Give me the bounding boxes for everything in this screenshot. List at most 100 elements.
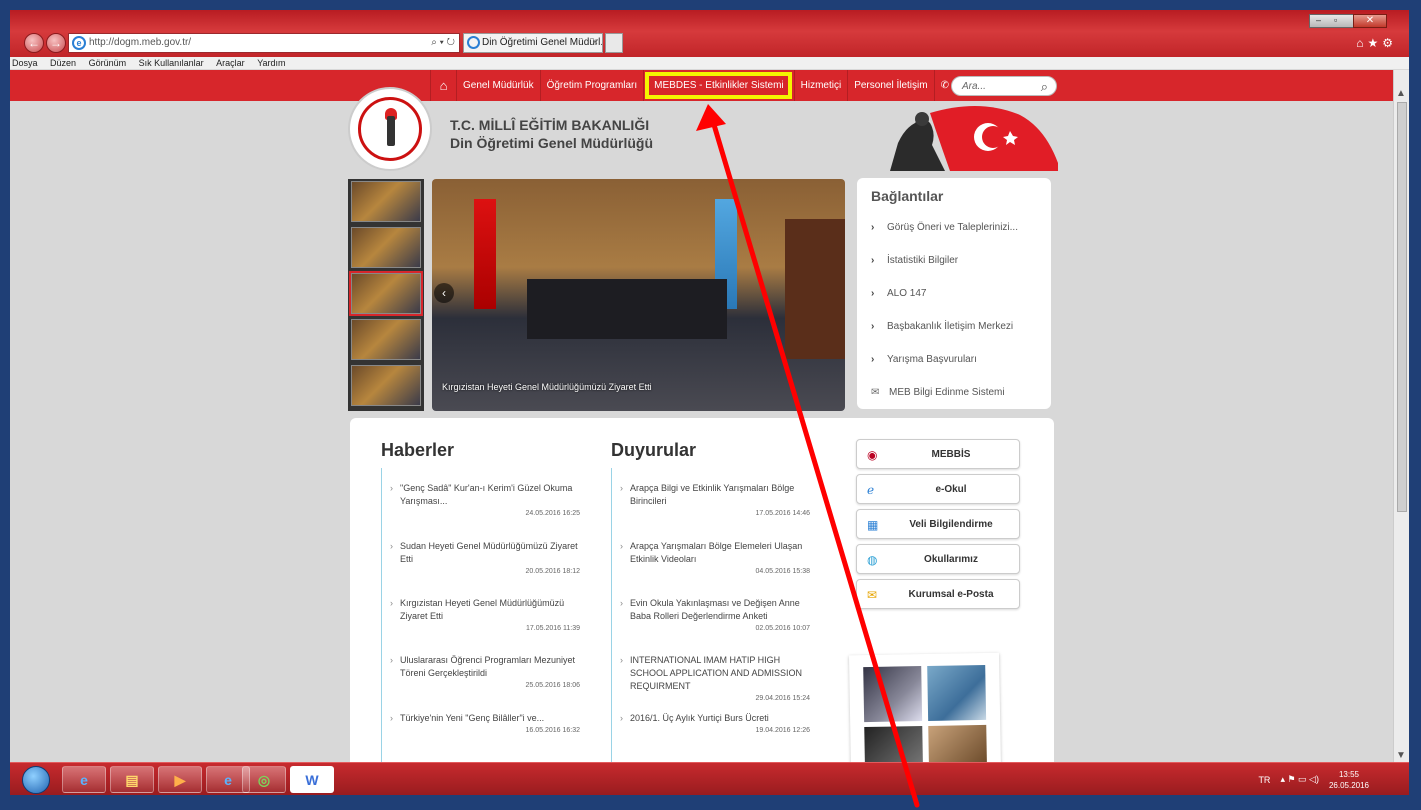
chevron-right-icon: › (871, 321, 875, 332)
link-gorus-oneri[interactable]: › Görüş Öneri ve Taleplerinizi... (871, 222, 1018, 233)
tab-close-icon[interactable]: × (592, 34, 598, 52)
menu-item-gorunum[interactable]: Görünüm (89, 58, 127, 68)
taskbar-explorer-icon[interactable]: ▤ (110, 766, 154, 793)
haberler-list: "Genç Sadâ" Kur'an-ı Kerim'i Güzel Okuma… (381, 468, 581, 766)
link-bilgi-edinme[interactable]: ✉ MEB Bilgi Edinme Sistemi (871, 387, 1005, 398)
link-basbakanlik[interactable]: › Başbakanlık İletişim Merkezi (871, 321, 1013, 332)
announcement-item[interactable]: 2016/1. Üç Aylık Yurtiçi Burs Ücreti 19.… (620, 712, 810, 734)
mebbis-button[interactable]: ◉ MEBBİS (856, 439, 1020, 469)
menu-item-araclar[interactable]: Araçlar (216, 58, 245, 68)
slider-caption[interactable]: Kırgızistan Heyeti Genel Müdürlüğümüzü Z… (442, 382, 652, 392)
site-search-input[interactable]: Ara... ⌕ (951, 76, 1057, 96)
e-okul-button[interactable]: ℯ e-Okul (856, 474, 1020, 504)
close-window-icon[interactable]: ✕ (1353, 14, 1387, 28)
clock[interactable]: 13:55 26.05.2016 (1329, 769, 1369, 791)
chevron-right-icon: › (871, 288, 875, 299)
language-indicator[interactable]: TR (1258, 775, 1270, 785)
nav-genel-mudurluk[interactable]: Genel Müdürlük (456, 70, 540, 101)
link-alo-147[interactable]: › ALO 147 (871, 288, 926, 299)
search-icon[interactable]: ⌕ (1041, 77, 1048, 97)
menu-item-duzen[interactable]: Düzen (50, 58, 76, 68)
ataturk-flag-image (890, 105, 1058, 171)
link-yarisma[interactable]: › Yarışma Başvuruları (871, 354, 977, 365)
tab-title: Din Öğretimi Genel Müdürl... (482, 37, 603, 48)
nav-mebdes-highlighted[interactable]: MEBDES - Etkinlikler Sistemi (643, 70, 793, 101)
school-building-icon: ▦ (867, 518, 879, 532)
announcement-item[interactable]: Arapça Bilgi ve Etkinlik Yarışmaları Böl… (620, 482, 810, 517)
news-item[interactable]: Uluslararası Öğrenci Programları Mezuniy… (390, 654, 580, 689)
taskbar-media-icon[interactable]: ▶ (158, 766, 202, 793)
system-tray: TR ▴ ⚑ ▭ ◁) 13:55 26.05.2016 (1258, 763, 1369, 795)
envelope-icon: ✉ (871, 387, 880, 398)
new-tab-button[interactable] (605, 33, 623, 53)
chevron-right-icon: › (871, 222, 875, 233)
slider-thumbnail[interactable] (351, 319, 421, 360)
mail-folder-icon: ✉ (867, 588, 878, 602)
news-item[interactable]: Kırgızistan Heyeti Genel Müdürlüğümüzü Z… (390, 597, 580, 632)
scroll-thumb[interactable] (1397, 102, 1407, 512)
browser-titlebar: ← → e http://dogm.meb.gov.tr/ ⌕ ▾ ↻ Din … (10, 10, 1409, 57)
search-refresh-icons[interactable]: ⌕ ▾ ↻ (431, 34, 455, 52)
tray-flag-network-volume-icons[interactable]: ▴ ⚑ ▭ ◁) (1280, 774, 1319, 785)
address-bar[interactable]: e http://dogm.meb.gov.tr/ ⌕ ▾ ↻ (68, 33, 460, 53)
site-nav: ⌂ Genel Müdürlük Öğretim Programları MEB… (430, 70, 955, 101)
veli-bilgilendirme-button[interactable]: ▦ Veli Bilgilendirme (856, 509, 1020, 539)
taskbar-chrome-icon[interactable]: ◎ (242, 766, 286, 793)
main-slider[interactable]: ‹ Kırgızistan Heyeti Genel Müdürlüğümüzü… (432, 179, 845, 411)
duyurular-list: Arapça Bilgi ve Etkinlik Yarışmaları Böl… (611, 468, 811, 766)
taskbar-word-icon[interactable]: W (290, 766, 334, 793)
news-item[interactable]: Türkiye'nin Yeni "Genç Bilâller"i ve... … (390, 712, 580, 734)
announcement-item[interactable]: Evin Okula Yakınlaşması ve Değişen Anne … (620, 597, 810, 632)
slider-prev-icon[interactable]: ‹ (434, 283, 454, 303)
ie-icon: e (72, 36, 86, 50)
brand-ministry: T.C. MİLLÎ EĞİTİM BAKANLIĞI (450, 117, 650, 133)
home-favorites-tools-icons[interactable]: ⌂★⚙ (1356, 36, 1397, 50)
vertical-scrollbar[interactable]: ▲ ▼ (1393, 70, 1409, 767)
chevron-right-icon: › (871, 255, 875, 266)
gallery-photo[interactable] (863, 666, 923, 723)
news-item[interactable]: Sudan Heyeti Genel Müdürlüğümüzü Ziyaret… (390, 540, 580, 575)
minimize-icon[interactable]: ‒ (1316, 15, 1321, 25)
gallery-photo[interactable] (864, 726, 923, 768)
gallery-photo[interactable] (928, 724, 987, 766)
photo-gallery-card[interactable] (848, 652, 1002, 772)
maximize-icon[interactable]: ▫ (1334, 15, 1337, 25)
turkish-flag-image (474, 199, 496, 309)
news-item[interactable]: "Genç Sadâ" Kur'an-ı Kerim'i Güzel Okuma… (390, 482, 580, 517)
kurumsal-eposta-button[interactable]: ✉ Kurumsal e-Posta (856, 579, 1020, 609)
nav-ogretim-programlari[interactable]: Öğretim Programları (539, 70, 644, 101)
nav-hizmetici[interactable]: Hizmetiçi (793, 70, 848, 101)
clock-date: 26.05.2016 (1328, 780, 1369, 790)
gallery-photo[interactable] (927, 664, 987, 721)
ministry-logo[interactable] (348, 87, 432, 171)
announcement-item[interactable]: Arapça Yarışmaları Bölge Elemeleri Ulaşa… (620, 540, 810, 575)
forward-button[interactable]: → (46, 33, 66, 53)
start-button-icon[interactable] (22, 766, 50, 794)
back-button[interactable]: ← (24, 33, 44, 53)
slider-thumbnail[interactable] (351, 181, 421, 222)
taskbar-ie-icon[interactable]: e (62, 766, 106, 793)
menu-item-dosya[interactable]: Dosya (12, 58, 38, 68)
nav-personel-iletisim[interactable]: Personel İletişim (847, 70, 933, 101)
menu-item-yardim[interactable]: Yardım (257, 58, 285, 68)
globe-icon: ◍ (867, 553, 878, 567)
e-okul-icon: ℯ (867, 483, 875, 497)
screen: ← → e http://dogm.meb.gov.tr/ ⌕ ▾ ↻ Din … (10, 10, 1409, 795)
link-istatistik[interactable]: › İstatistiki Bilgiler (871, 255, 958, 266)
menu-item-favorites[interactable]: Sık Kullanılanlar (139, 58, 204, 68)
slider-thumbnail[interactable] (351, 227, 421, 268)
announcement-item[interactable]: INTERNATIONAL IMAM HATIP HIGH SCHOOL APP… (620, 654, 810, 702)
duyurular-title: Duyurular (611, 440, 697, 460)
bookshelf-image (785, 219, 845, 359)
address-url: http://dogm.meb.gov.tr/ (89, 37, 192, 48)
browser-tab[interactable]: Din Öğretimi Genel Müdürl... × (463, 33, 603, 53)
chevron-right-icon: › (871, 354, 875, 365)
home-icon[interactable]: ⌂ (430, 70, 456, 101)
slider-thumbnail[interactable] (351, 365, 421, 406)
links-panel: Bağlantılar › Görüş Öneri ve Talepleriniz… (857, 178, 1051, 409)
desk-image (527, 279, 727, 339)
scroll-down-icon[interactable]: ▼ (1396, 750, 1406, 761)
scroll-up-icon[interactable]: ▲ (1396, 88, 1406, 99)
slider-thumbnail-active[interactable] (349, 271, 423, 316)
okullarimiz-button[interactable]: ◍ Okullarımız (856, 544, 1020, 574)
